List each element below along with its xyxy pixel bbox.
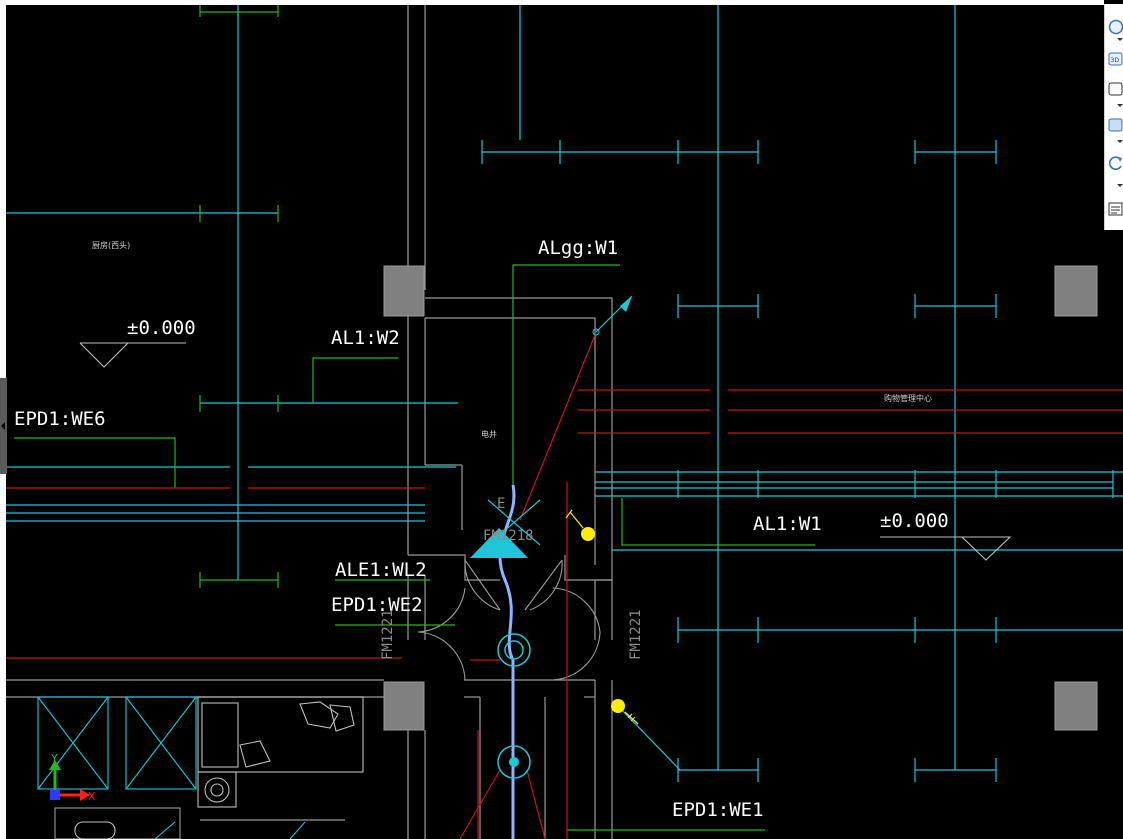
label-door-left[interactable]: FM1221 [380,609,396,660]
label-door-top[interactable]: FM1218 [483,528,534,544]
column [1054,681,1098,731]
furniture [37,696,364,839]
chevron-down-icon[interactable] [1117,38,1123,41]
column [383,265,425,317]
yellow-sensor [611,699,625,713]
fixtures [470,296,639,839]
level-markers [79,342,1012,561]
label-epd1-we6[interactable]: EPD1:WE6 [14,408,106,430]
3d-view-icon[interactable]: 3D [1107,50,1123,68]
label-ale1-wl2[interactable]: ALE1:WL2 [335,559,427,581]
door-swings [417,559,601,681]
chevron-down-icon[interactable] [1117,140,1123,143]
orbit-icon[interactable] [1107,154,1123,172]
label-algg-w1[interactable]: ALgg:W1 [538,237,618,259]
label-room-kitchen[interactable]: 厨房(西头) [92,240,130,250]
cad-application: Y X ALgg:W1 AL1:W2 EPD1:WE6 AL1:W1 ALE1:… [0,0,1123,839]
ucs-x-label: X [88,790,96,803]
label-level-right[interactable]: ±0.000 [880,510,949,532]
label-al1-w1[interactable]: AL1:W1 [753,513,822,535]
yellow-sensor [581,527,595,541]
ucs-y-label: Y [50,752,58,765]
cable-trays [6,5,1123,782]
drawing-canvas[interactable]: Y X ALgg:W1 AL1:W2 EPD1:WE6 AL1:W1 ALE1:… [0,0,1123,839]
label-epd1-we2[interactable]: EPD1:WE2 [331,594,423,616]
viewport-top-border [0,0,1104,5]
chevron-down-icon[interactable] [1117,104,1123,107]
label-room-shaft[interactable]: 电井 [481,429,497,439]
label-equip-e[interactable]: E [497,496,505,512]
pan-icon[interactable] [1107,80,1123,98]
steering-wheel-icon[interactable] [1107,18,1123,36]
ucs-icon: Y X [49,752,96,803]
navigation-bar: 3D [1104,4,1123,230]
palette-collapse-tab[interactable] [0,378,7,474]
label-door-right[interactable]: FM1221 [628,609,644,660]
chevron-down-icon[interactable] [1117,184,1123,187]
label-al1-w2[interactable]: AL1:W2 [331,327,400,349]
column [383,681,425,731]
label-room-center[interactable]: 购物管理中心 [884,393,932,403]
showmotion-icon[interactable] [1107,200,1123,218]
svg-text:3D: 3D [1111,57,1120,64]
column [1054,265,1098,317]
label-level-left[interactable]: ±0.000 [127,317,196,339]
zoom-icon[interactable] [1107,116,1123,134]
label-epd1-we1[interactable]: EPD1:WE1 [672,799,764,821]
